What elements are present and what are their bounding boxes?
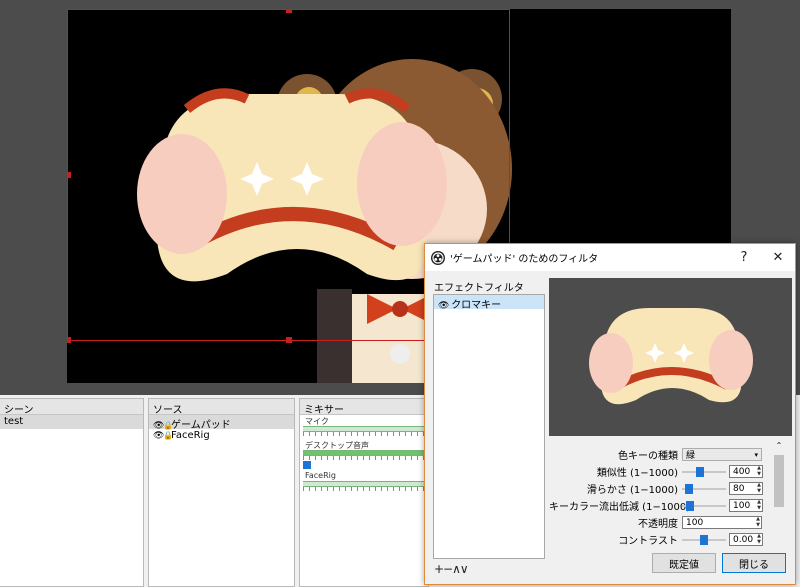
chevron-down-icon: ▾	[754, 451, 758, 459]
prop-opacity: 不透明度 100 ▲ ▼	[549, 515, 781, 530]
volume-meter	[303, 426, 425, 432]
resize-handle[interactable]	[67, 337, 71, 343]
effect-filters-label: エフェクトフィルタ	[434, 283, 524, 294]
filters-dialog: 'ゲームパッド' のためのフィルタ ? ✕ エフェクトフィルタ 👁 クロマキー …	[424, 243, 796, 585]
prop-similarity: 類似性 (1−1000) 400 ▲ ▼	[549, 464, 781, 479]
filter-item[interactable]: 👁 クロマキー	[434, 295, 544, 311]
sources-dock: ソース 👁🔒ゲームパッド 👁🔒FaceRig	[148, 398, 295, 587]
properties-scrollbar[interactable]: ⌃	[772, 441, 786, 558]
slider-knob[interactable]	[696, 466, 704, 477]
filter-preview	[549, 278, 792, 436]
smoothness-spinbox[interactable]: 80 ▲ ▼	[729, 482, 763, 495]
filter-item-label: クロマキー	[451, 300, 502, 311]
meter-scale	[303, 456, 425, 460]
prop-label: キーカラー流出低減 (1−1000)	[549, 502, 691, 513]
prop-label: 滑らかさ (1−1000)	[586, 485, 678, 496]
volume-meter	[303, 450, 425, 456]
spill-spinbox[interactable]: 100 ▲ ▼	[729, 499, 763, 512]
scrollbar-thumb[interactable]	[774, 455, 784, 507]
similarity-spinbox[interactable]: 400 ▲ ▼	[729, 465, 763, 478]
spin-arrows-icon[interactable]: ▲ ▼	[757, 499, 761, 511]
source-item[interactable]: 👁🔒ゲームパッド	[149, 415, 294, 431]
prop-label: 類似性 (1−1000)	[596, 468, 678, 479]
resize-handle[interactable]	[67, 172, 71, 178]
spill-value: 100	[733, 500, 751, 511]
lock-icon[interactable]: 🔒	[163, 431, 173, 440]
spin-arrows-icon[interactable]: ▲ ▼	[757, 482, 761, 494]
prop-key-color-type: 色キーの種類 緑 ▾	[549, 447, 781, 462]
similarity-slider[interactable]	[682, 466, 726, 478]
spill-slider[interactable]	[682, 500, 726, 512]
lock-icon[interactable]: 🔒	[163, 421, 173, 430]
smoothness-slider[interactable]	[682, 483, 726, 495]
mixer-track: デスクトップ音声	[303, 440, 425, 469]
prop-label: コントラスト	[618, 536, 678, 547]
prop-label: 色キーの種類	[618, 451, 678, 462]
contrast-value: 0.00	[733, 534, 754, 545]
contrast-spinbox[interactable]: 0.00 ▲ ▼	[729, 533, 763, 546]
scene-item[interactable]: test	[0, 415, 143, 429]
key-color-value: 緑	[686, 451, 696, 461]
slider-knob[interactable]	[686, 500, 694, 511]
mixer-dock-title: ミキサー	[300, 399, 428, 416]
scenes-dock-title: シーン	[0, 399, 143, 416]
slider-knob[interactable]	[303, 461, 311, 469]
close-icon[interactable]: ✕	[761, 250, 795, 265]
effect-filter-list[interactable]: 👁 クロマキー	[433, 294, 545, 559]
scenes-dock: シーン test	[0, 398, 144, 587]
mixer-track: マイク	[303, 416, 425, 436]
filter-list-controls[interactable]: +−∧∨	[434, 562, 469, 576]
prop-smoothness: 滑らかさ (1−1000) 80 ▲ ▼	[549, 481, 781, 496]
gamepad-preview-image	[589, 308, 753, 405]
obs-logo-icon	[431, 250, 445, 265]
chevron-up-icon[interactable]: ⌃	[772, 441, 786, 450]
similarity-value: 400	[733, 466, 751, 477]
mixer-dock: ミキサー マイク デスクトップ音声 FaceRig	[299, 398, 429, 587]
spin-arrows-icon[interactable]: ▲ ▼	[757, 465, 761, 477]
volume-slider[interactable]	[303, 461, 425, 469]
slider-knob[interactable]	[685, 483, 693, 494]
spin-arrows-icon[interactable]: ▲ ▼	[757, 533, 761, 545]
meter-scale	[303, 432, 425, 436]
mixer-track-label: FaceRig	[305, 471, 336, 480]
sources-dock-title: ソース	[149, 399, 294, 416]
prop-label: 不透明度	[638, 519, 678, 530]
prop-spill: キーカラー流出低減 (1−1000) 100 ▲ ▼	[549, 498, 781, 513]
close-button[interactable]: 閉じる	[722, 553, 786, 573]
source-item-label: FaceRig	[171, 430, 210, 441]
source-item[interactable]: 👁🔒FaceRig	[149, 429, 294, 443]
dialog-title: 'ゲームパッド' のためのフィルタ	[450, 254, 599, 265]
opacity-spinbox[interactable]: 100 ▲ ▼	[682, 516, 762, 529]
slider-knob[interactable]	[700, 534, 708, 545]
eye-icon[interactable]: 👁	[153, 431, 164, 441]
volume-meter	[303, 481, 425, 487]
spin-arrows-icon[interactable]: ▲ ▼	[756, 516, 760, 528]
defaults-button[interactable]: 既定値	[652, 553, 716, 573]
mixer-track-label: デスクトップ音声	[305, 441, 369, 450]
smoothness-value: 80	[733, 483, 745, 494]
contrast-slider[interactable]	[682, 534, 726, 546]
mixer-track-label: マイク	[305, 417, 329, 426]
resize-handle[interactable]	[286, 9, 292, 13]
meter-scale	[303, 487, 425, 491]
opacity-value: 100	[686, 517, 704, 528]
dialog-titlebar[interactable]: 'ゲームパッド' のためのフィルタ ? ✕	[425, 244, 795, 271]
help-button[interactable]: ?	[727, 250, 761, 265]
mixer-track: FaceRig	[303, 471, 425, 491]
eye-icon[interactable]: 👁	[438, 301, 449, 311]
prop-contrast: コントラスト 0.00 ▲ ▼	[549, 532, 781, 547]
resize-handle[interactable]	[286, 337, 292, 343]
key-color-select[interactable]: 緑 ▾	[682, 448, 762, 461]
